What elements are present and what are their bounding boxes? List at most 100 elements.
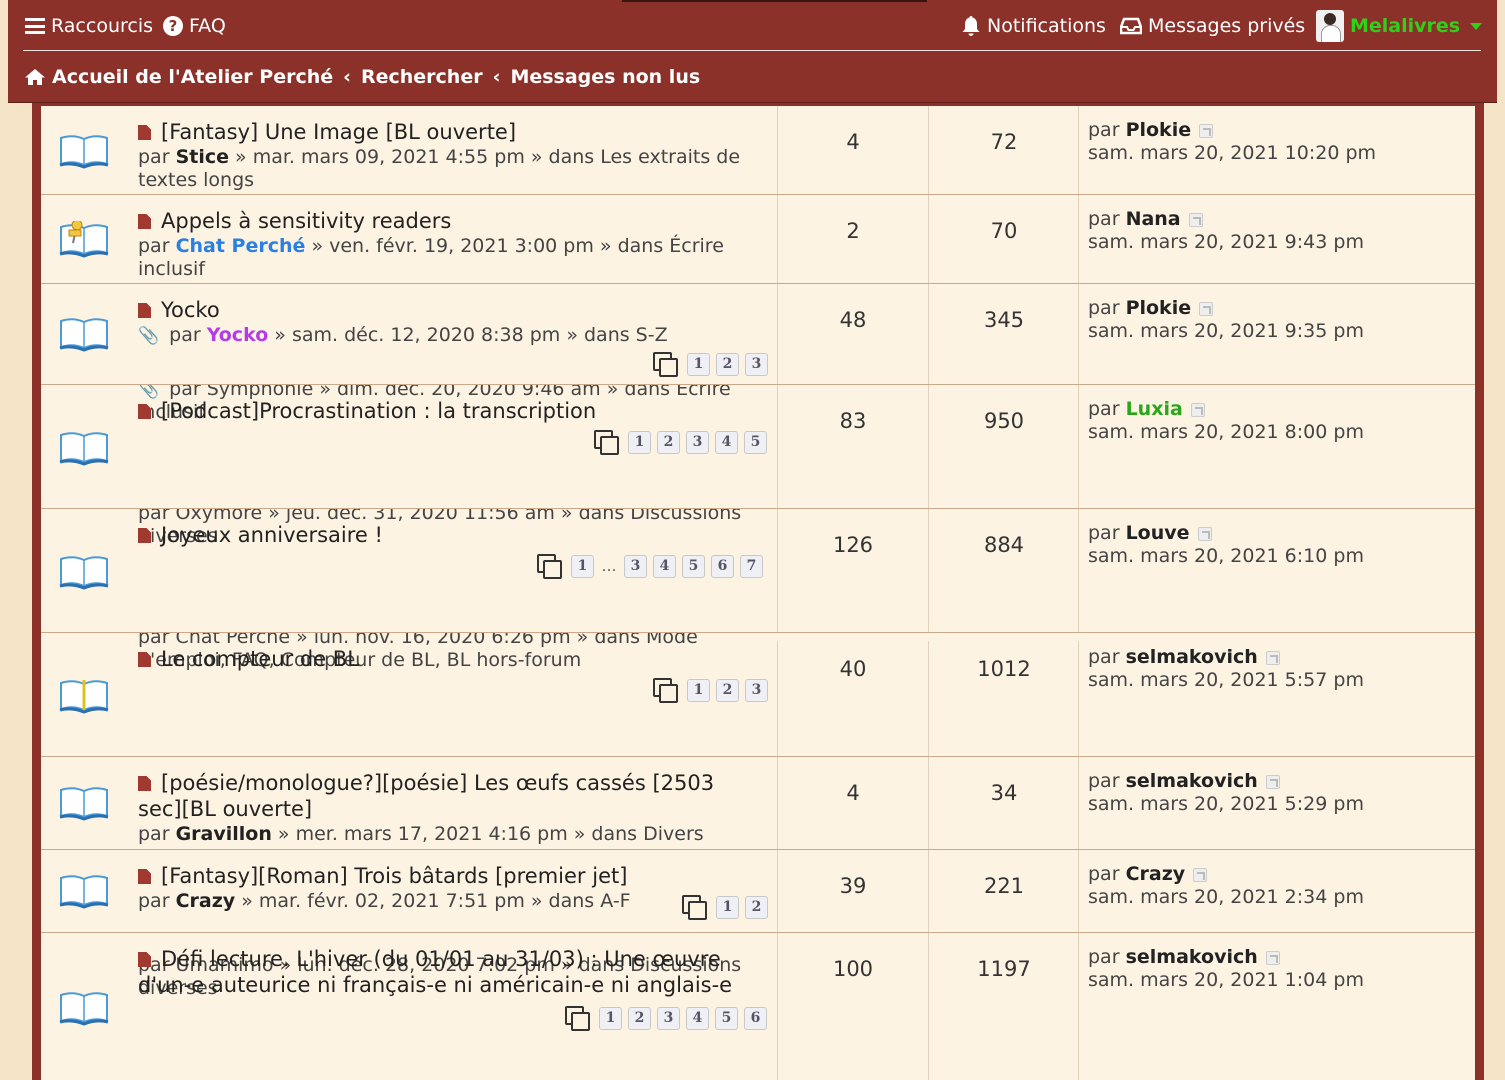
- notifications-link[interactable]: Notifications: [961, 13, 1106, 39]
- topic-title[interactable]: Yocko: [161, 298, 220, 322]
- topic-row[interactable]: par Chat Perché » lun. nov. 16, 2020 6:2…: [41, 633, 1475, 757]
- breadcrumb-unread[interactable]: Messages non lus: [510, 66, 700, 88]
- last-author[interactable]: Nana: [1126, 208, 1181, 230]
- topic-title[interactable]: [Podcast]Procrastination : la transcript…: [161, 399, 596, 423]
- pages-icon: [653, 678, 678, 703]
- page-link[interactable]: 3: [686, 430, 709, 454]
- topic-meta-rest: » mer. mars 17, 2021 4:16 pm » dans Dive…: [271, 823, 704, 845]
- page-link[interactable]: 2: [657, 430, 680, 454]
- topic-title[interactable]: [Fantasy][Roman] Trois bâtards [premier …: [161, 864, 627, 888]
- replies-count: 83: [839, 409, 867, 433]
- goto-last-post-icon[interactable]: [1265, 650, 1280, 665]
- page-link[interactable]: 2: [745, 895, 768, 919]
- last-author[interactable]: Louve: [1126, 522, 1190, 544]
- views-count: 1012: [977, 657, 1031, 681]
- topic-title[interactable]: [poésie/monologue?][poésie] Les œufs cas…: [161, 771, 714, 795]
- topic-row[interactable]: [poésie/monologue?][poésie] Les œufs cas…: [41, 757, 1475, 850]
- page-link[interactable]: 2: [716, 678, 739, 702]
- last-author[interactable]: selmakovich: [1126, 946, 1258, 968]
- page-link[interactable]: 1: [599, 1006, 622, 1030]
- page-link[interactable]: 7: [740, 554, 763, 578]
- page-link[interactable]: 6: [711, 554, 734, 578]
- topic-author[interactable]: Crazy: [176, 890, 236, 912]
- by-label: par: [138, 235, 170, 257]
- page-link[interactable]: 1: [571, 554, 594, 578]
- topic-title[interactable]: Appels à sensitivity readers: [161, 209, 451, 233]
- page-link[interactable]: 4: [715, 430, 738, 454]
- last-author[interactable]: Luxia: [1126, 398, 1183, 420]
- breadcrumb: Accueil de l'Atelier Perché ‹ Rechercher…: [24, 62, 700, 92]
- topic-row[interactable]: [Fantasy][Roman] Trois bâtards [premier …: [41, 850, 1475, 933]
- last-author[interactable]: selmakovich: [1126, 646, 1258, 668]
- goto-last-post-icon[interactable]: [1190, 402, 1205, 417]
- topic-title-line: Joyeux anniversaire !: [138, 523, 383, 547]
- last-author[interactable]: Plokie: [1126, 297, 1192, 319]
- replies-count: 2: [846, 219, 860, 243]
- last-author[interactable]: Crazy: [1126, 863, 1186, 885]
- page-link[interactable]: 3: [657, 1006, 680, 1030]
- topic-title-line: [Fantasy][Roman] Trois bâtards [premier …: [138, 864, 627, 888]
- topic-title-continued[interactable]: sec][BL ouverte]: [138, 797, 312, 821]
- page-link[interactable]: 6: [744, 1006, 767, 1030]
- goto-last-post-icon[interactable]: [1188, 212, 1203, 227]
- page-link[interactable]: 5: [715, 1006, 738, 1030]
- last-by-label: par: [1088, 522, 1120, 544]
- topic-author[interactable]: Stice: [176, 146, 229, 168]
- book-icon: [59, 432, 109, 466]
- shortcuts-label: Raccourcis: [51, 15, 154, 37]
- last-by-label: par: [1088, 398, 1120, 420]
- topic-row[interactable]: Yocko 📎 par Yocko » sam. déc. 12, 2020 8:…: [41, 284, 1475, 385]
- last-date: sam. mars 20, 2021 10:20 pm: [1088, 142, 1377, 164]
- breadcrumb-home[interactable]: Accueil de l'Atelier Perché: [52, 66, 333, 88]
- topic-author[interactable]: Gravillon: [176, 823, 272, 845]
- topic-row[interactable]: par Umamimo » lun. déc. 28, 2020 7:02 pm…: [41, 933, 1475, 1080]
- page-link[interactable]: 3: [745, 678, 768, 702]
- page-link[interactable]: 5: [744, 430, 767, 454]
- goto-last-post-icon[interactable]: [1193, 867, 1208, 882]
- last-post: par selmakovich sam. mars 20, 2021 1:04 p…: [1088, 946, 1364, 992]
- topic-row[interactable]: par Oxymore » jeu. déc. 31, 2020 11:56 a…: [41, 509, 1475, 633]
- private-messages-link[interactable]: Messages privés: [1120, 13, 1305, 39]
- shortcuts-menu[interactable]: Raccourcis: [25, 13, 153, 39]
- user-menu[interactable]: Melalivres: [1316, 10, 1483, 42]
- topic-author[interactable]: Chat Perché: [176, 235, 306, 257]
- faq-link[interactable]: ? FAQ: [163, 13, 226, 39]
- goto-last-post-icon[interactable]: [1199, 123, 1214, 138]
- topic-author[interactable]: Yocko: [207, 324, 269, 346]
- topic-title[interactable]: Défi lecture. L'hiver (du 01/01 au 31/03…: [161, 947, 721, 971]
- page-link[interactable]: 2: [716, 352, 739, 376]
- page-link[interactable]: 1: [687, 352, 710, 376]
- goto-last-post-icon[interactable]: [1197, 526, 1212, 541]
- book-icon: [59, 875, 109, 909]
- page-link[interactable]: 3: [624, 554, 647, 578]
- goto-last-post-icon[interactable]: [1265, 774, 1280, 789]
- topic-row[interactable]: 📎 par Symphonie » dim. déc. 20, 2020 9:46…: [41, 385, 1475, 509]
- page-link[interactable]: 3: [745, 352, 768, 376]
- topic-title-continued[interactable]: d'un-e auteurice ni français-e ni améric…: [138, 973, 732, 997]
- last-author[interactable]: selmakovich: [1126, 770, 1258, 792]
- topic-title[interactable]: Le compteur de BL: [161, 647, 359, 671]
- last-post: par Nana sam. mars 20, 2021 9:43 pm: [1088, 208, 1364, 254]
- goto-last-post-icon[interactable]: [1199, 301, 1214, 316]
- page-link[interactable]: 1: [716, 895, 739, 919]
- pages-icon: [653, 352, 678, 377]
- page-link[interactable]: 1: [628, 430, 651, 454]
- goto-last-post-icon[interactable]: [1265, 950, 1280, 965]
- topic-row[interactable]: [Fantasy] Une Image [BL ouverte] par Sti…: [41, 106, 1475, 195]
- topic-panel: [Fantasy] Une Image [BL ouverte] par Sti…: [32, 103, 1484, 1080]
- topic-row[interactable]: Appels à sensitivity readers par Chat Pe…: [41, 195, 1475, 284]
- topic-title[interactable]: Joyeux anniversaire !: [161, 523, 383, 547]
- topic-title[interactable]: [Fantasy] Une Image [BL ouverte]: [161, 120, 516, 144]
- page-link[interactable]: 2: [628, 1006, 651, 1030]
- book-icon: [59, 992, 109, 1026]
- topic-meta-text: par Chat Perché » lun. nov. 16, 2020 6:2…: [138, 633, 698, 648]
- breadcrumb-search[interactable]: Rechercher: [361, 66, 483, 88]
- pagination: 1 2: [682, 895, 768, 920]
- page-link[interactable]: 5: [682, 554, 705, 578]
- page-link[interactable]: 4: [653, 554, 676, 578]
- views-count: 345: [983, 308, 1025, 332]
- topic-title-line: [Podcast]Procrastination : la transcript…: [138, 399, 596, 423]
- page-link[interactable]: 4: [686, 1006, 709, 1030]
- page-link[interactable]: 1: [687, 678, 710, 702]
- last-author[interactable]: Plokie: [1126, 119, 1192, 141]
